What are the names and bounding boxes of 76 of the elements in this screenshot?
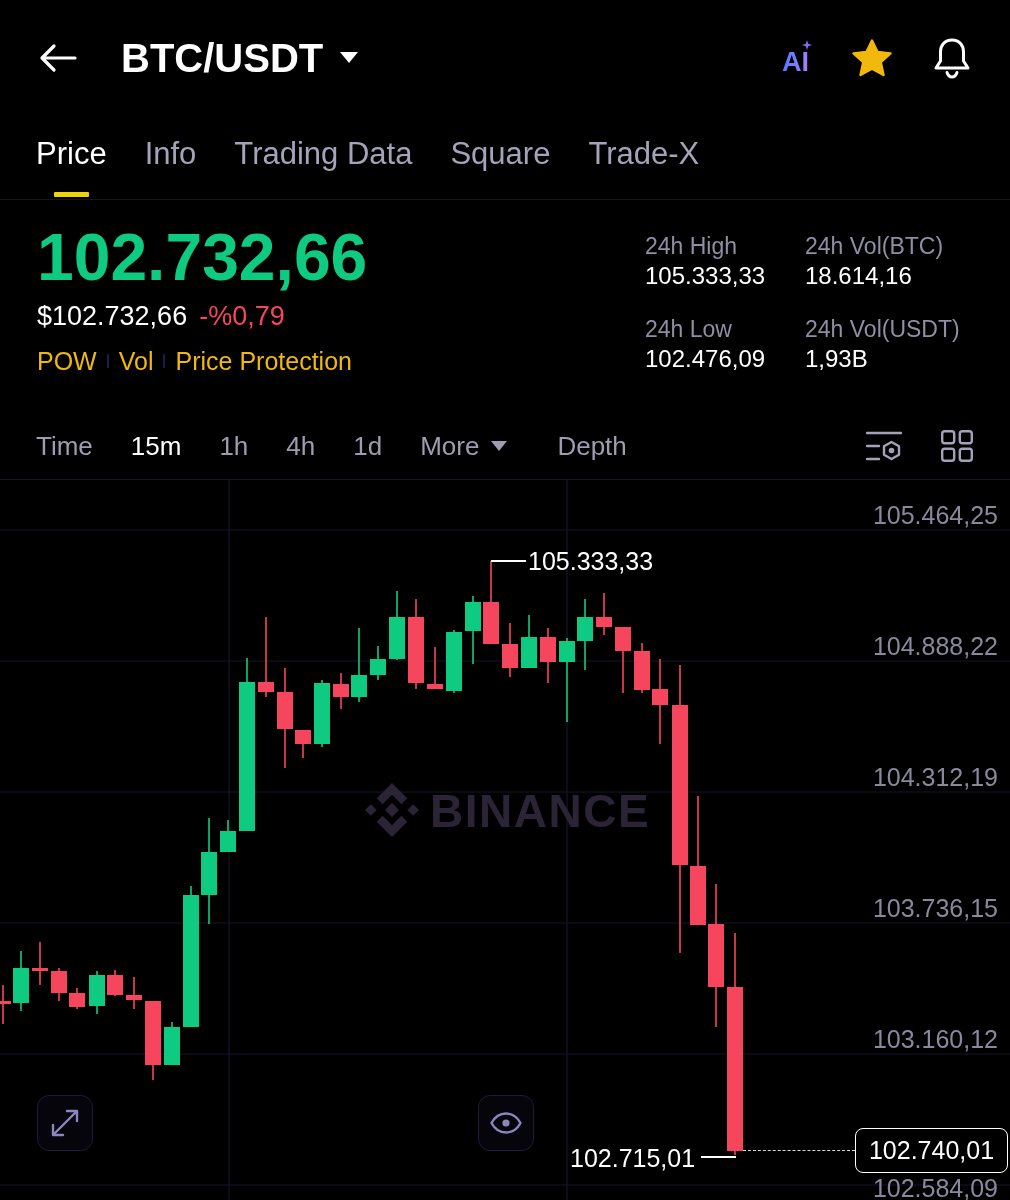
leader-line (701, 1156, 736, 1158)
stat-value: 102.476,09 (645, 344, 767, 374)
eye-icon (490, 1112, 522, 1134)
expand-icon (50, 1108, 80, 1138)
price-axis-label: 102.584,09 (872, 1175, 998, 1200)
price-axis-label: 104.888,22 (872, 633, 998, 659)
usd-price: $102.732,66 (37, 300, 188, 333)
expand-button[interactable] (37, 1095, 93, 1151)
candle (51, 968, 67, 1001)
candle (521, 615, 537, 668)
interval-tab[interactable]: Time (36, 428, 93, 463)
back-arrow-icon[interactable] (39, 42, 77, 73)
interval-tab[interactable]: 15m (130, 428, 182, 463)
pair-selector[interactable]: BTC/USDT (121, 34, 359, 81)
candle (634, 643, 650, 693)
tab[interactable]: Trade-X (588, 115, 700, 199)
candle (126, 977, 142, 1009)
candle (89, 971, 105, 1014)
price-axis-label: 103.160,12 (872, 1026, 998, 1052)
sparkle-icon (802, 39, 812, 50)
candle (446, 630, 462, 693)
candle (32, 942, 48, 985)
last-price: 102.732,66 (37, 224, 368, 290)
candle (314, 680, 330, 747)
tab[interactable]: Info (144, 115, 197, 199)
tag-link[interactable]: Price Protection (175, 346, 352, 376)
price-axis-label: 103.736,15 (872, 895, 998, 921)
grid-view-icon[interactable] (941, 429, 973, 462)
tab[interactable]: Square (450, 115, 551, 199)
candle (164, 1022, 180, 1065)
candle (596, 593, 612, 635)
chart-settings-icon[interactable] (866, 429, 902, 462)
tag-link[interactable]: Vol (118, 346, 154, 376)
candle (615, 627, 631, 693)
candle (295, 730, 311, 758)
tab[interactable]: Trading Data (234, 115, 413, 199)
candle (220, 820, 236, 852)
low-price-label: 102.715,01 (570, 1145, 696, 1171)
candle (370, 646, 386, 680)
candle (333, 673, 349, 709)
tab[interactable]: Price (36, 115, 107, 199)
candle (502, 623, 518, 677)
stat-label: 24h Vol(BTC) (805, 232, 945, 261)
stat-value: 18.614,16 (805, 261, 913, 291)
stat-label: 24h Low (645, 315, 733, 344)
tag-link[interactable]: POW (37, 346, 97, 376)
candle (427, 647, 443, 689)
candle (577, 599, 593, 670)
candle (0, 985, 11, 1024)
candle (389, 591, 405, 660)
stat-value: 1,93B (805, 344, 869, 374)
price-change: -%0,79 (199, 300, 285, 333)
bell-icon[interactable] (932, 36, 972, 79)
candle (465, 596, 481, 664)
high-price-label: 105.333,33 (528, 548, 654, 574)
interval-tab[interactable]: 4h (286, 428, 316, 463)
interval-tab[interactable]: 1d (353, 428, 383, 463)
stat-label: 24h Vol(USDT) (805, 315, 961, 344)
candle (107, 970, 123, 996)
interval-tab[interactable]: More (420, 428, 508, 463)
star-icon[interactable] (852, 38, 892, 77)
candle (540, 628, 556, 683)
caret-icon (340, 52, 359, 63)
interval-tab[interactable]: 1h (219, 428, 249, 463)
leader-line (491, 560, 526, 562)
diamond-logo-icon (365, 783, 419, 837)
caret-icon (491, 440, 508, 451)
candle (13, 951, 29, 1011)
last-price-label: 102.740,01 (855, 1128, 1008, 1173)
price-axis-label: 105.464,25 (872, 502, 998, 528)
visibility-button[interactable] (478, 1095, 534, 1151)
price-axis-label: 104.312,19 (872, 764, 998, 790)
interval-tab[interactable]: Depth (557, 428, 627, 463)
candle (69, 988, 85, 1009)
stat-value: 105.333,33 (645, 261, 767, 291)
stat-label: 24h High (645, 232, 739, 261)
